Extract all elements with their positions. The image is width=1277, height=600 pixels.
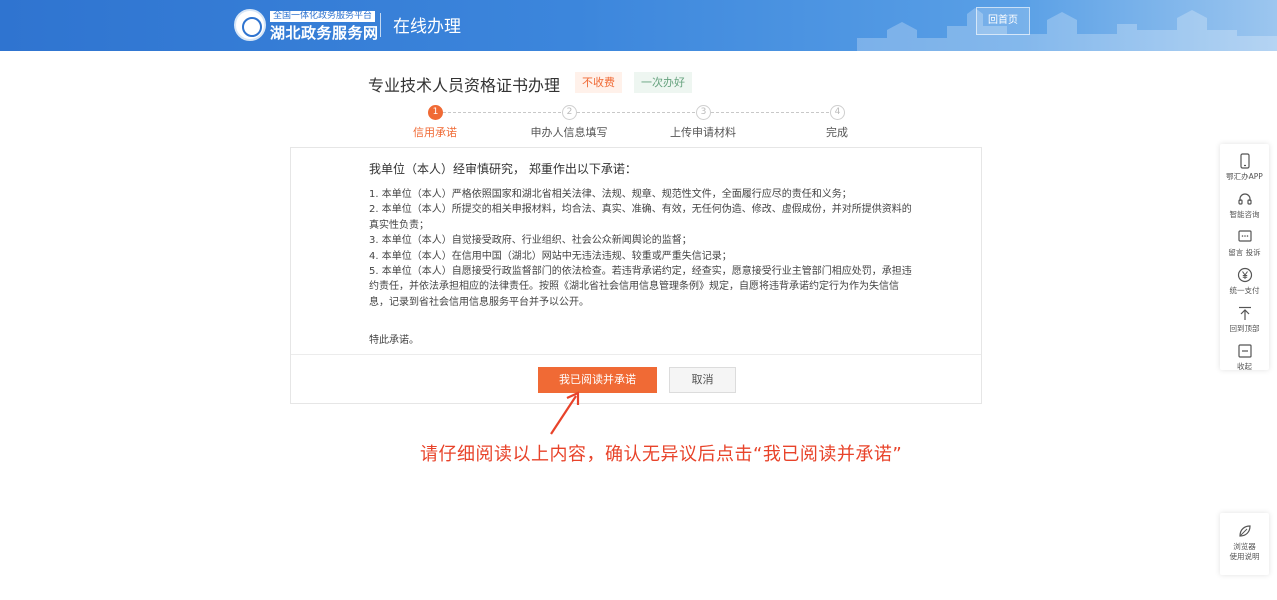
- step-2-label: 申办人信息填写: [530, 126, 608, 139]
- progress-steps: 1 2 3 4 信用承诺 申办人信息填写 上传申请材料 完成: [0, 0, 1277, 140]
- leaf-icon: [1238, 525, 1251, 537]
- feedback-item[interactable]: 留言 投诉: [1220, 226, 1269, 264]
- commitment-item: 3. 本单位（本人）自觉接受政府、行业组织、社会公众新闻舆论的监督；: [369, 235, 692, 247]
- payment-item[interactable]: 统一支付: [1220, 264, 1269, 302]
- step-3-label: 上传申请材料: [670, 126, 736, 139]
- commitment-card: 我单位（本人）经审慎研究， 郑重作出以下承诺： 1. 本单位（本人）严格依照国家…: [290, 147, 982, 404]
- float-item-label: 统一支付: [1229, 286, 1260, 295]
- phone-icon: [1239, 153, 1250, 169]
- smart-consult-item[interactable]: 智能咨询: [1220, 188, 1269, 226]
- browser-guide-line1: 浏览器: [1233, 542, 1256, 551]
- commitment-intro: 我单位（本人）经审慎研究， 郑重作出以下承诺：: [369, 162, 637, 176]
- step-1-label: 信用承诺: [413, 126, 457, 139]
- back-to-top-item[interactable]: 回到顶部: [1220, 302, 1269, 340]
- step-connector: [711, 112, 829, 113]
- step-connector: [443, 112, 561, 113]
- float-item-label: 留言 投诉: [1228, 248, 1261, 257]
- arrow-up-icon: [1238, 306, 1251, 320]
- float-item-label: 鄂汇办APP: [1226, 172, 1263, 181]
- step-2-dot: 2: [562, 105, 577, 120]
- commitment-item: 5. 本单位（本人）自愿接受行政监督部门的依法检查。若违背承诺约定，经查实，愿意…: [369, 266, 912, 308]
- step-4-dot: 4: [830, 105, 845, 120]
- step-3-dot: 3: [696, 105, 711, 120]
- floating-toolbar: 鄂汇办APP 智能咨询 留言 投诉 统一支付 回到顶部 收起: [1220, 144, 1269, 371]
- commitment-item: 1. 本单位（本人）严格依照国家和湖北省相关法律、法规、规章、规范性文件，全面履…: [369, 189, 852, 200]
- headset-icon: [1237, 193, 1252, 205]
- cancel-button[interactable]: 取消: [669, 367, 736, 393]
- message-icon: [1237, 230, 1252, 242]
- browser-guide-button[interactable]: 浏览器 使用说明: [1220, 513, 1269, 575]
- commitment-item: 2. 本单位（本人）所提交的相关申报材料，均合法、真实、准确、有效，无任何伪造、…: [369, 204, 912, 231]
- commitment-terms: 1. 本单位（本人）严格依照国家和湖北省相关法律、法规、规章、规范性文件，全面履…: [369, 187, 914, 310]
- annotation-arrow-icon: [550, 391, 580, 435]
- commitment-closing: 特此承诺。: [369, 335, 419, 346]
- float-item-label: 回到顶部: [1229, 324, 1260, 333]
- collapse-icon: [1237, 344, 1252, 358]
- float-item-label: 收起: [1237, 362, 1252, 371]
- yuan-icon: [1237, 267, 1252, 283]
- step-1-dot: 1: [428, 105, 443, 120]
- step-connector: [577, 112, 695, 113]
- card-divider: [291, 354, 981, 355]
- browser-guide-line2: 使用说明: [1229, 552, 1260, 561]
- annotation-instruction: 请仔细阅读以上内容，确认无异议后点击“我已阅读并承诺”: [420, 444, 903, 465]
- collapse-item[interactable]: 收起: [1220, 340, 1269, 378]
- float-item-label: 智能咨询: [1229, 210, 1260, 219]
- step-4-label: 完成: [826, 126, 848, 139]
- app-download-item[interactable]: 鄂汇办APP: [1220, 150, 1269, 188]
- commitment-item: 4. 本单位（本人）在信用中国（湖北）网站中无违法违规、较重或严重失信记录；: [369, 250, 732, 262]
